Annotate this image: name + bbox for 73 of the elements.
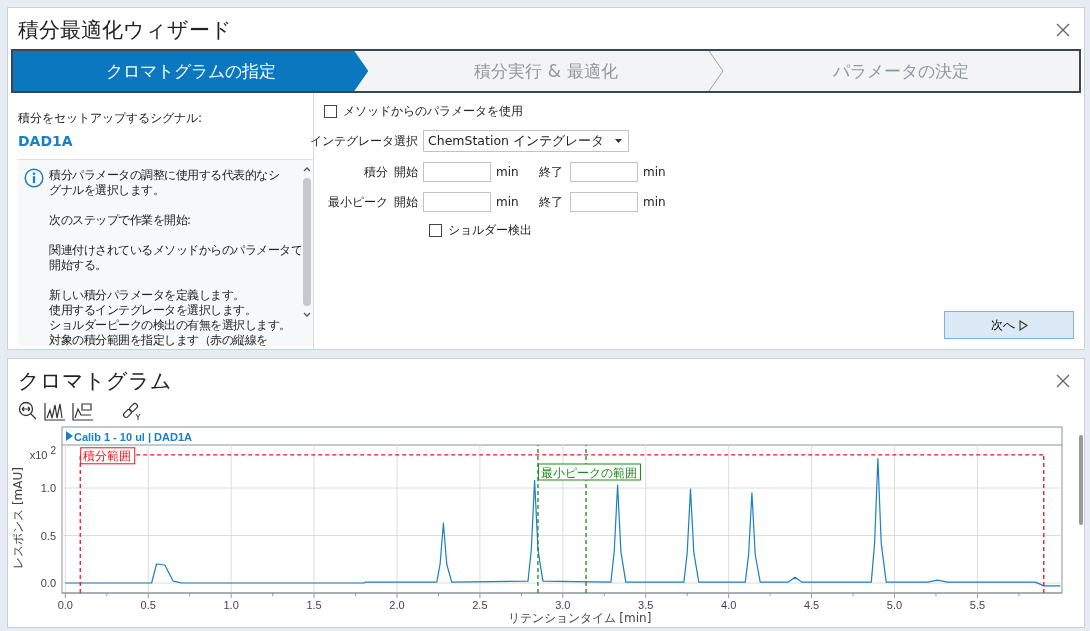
axis-multiplier: x10 2 (29, 445, 56, 461)
close-icon[interactable] (1056, 23, 1070, 37)
tick-label: 1.0 (223, 599, 239, 611)
axis-title: レスポンス [mAU] (11, 467, 25, 569)
field-label: 終了 (539, 163, 564, 181)
dropdown-arrow-icon[interactable] (615, 139, 622, 143)
tick-label: 0.5 (40, 529, 56, 542)
field-label: 終了 (539, 193, 564, 211)
tick-label: 1.5 (306, 599, 322, 611)
next-button[interactable]: 次へ (944, 311, 1074, 339)
info-text: 積分パラメータの調整に使用する代表的なシ (49, 168, 279, 183)
tick-label: 0.5 (140, 599, 156, 611)
tick-label: 0.0 (40, 577, 56, 590)
range-line[interactable] (537, 444, 539, 594)
field-label: 開始 (394, 163, 418, 181)
start-time-field[interactable] (423, 192, 491, 212)
arrow-icon (1018, 319, 1028, 331)
field-label: 積分 (364, 163, 388, 181)
unit-label: min (643, 165, 667, 179)
end-time-field[interactable] (570, 192, 638, 212)
scroll-down-icon[interactable] (303, 312, 311, 318)
baseline-icon[interactable] (72, 401, 94, 421)
scroll-thumb[interactable] (1078, 435, 1083, 525)
peaks-icon[interactable] (44, 401, 66, 421)
unit-label: min (643, 195, 667, 209)
trace-title: Calib 1 - 10 ul | DAD1A (74, 430, 192, 443)
integrator-dropdown[interactable]: ChemStation インテグレータ (423, 130, 629, 152)
checkbox[interactable] (324, 105, 337, 118)
field-label: 開始 (394, 193, 418, 211)
range-label: 最小ピークの範囲 (537, 463, 641, 481)
unit-label: min (496, 165, 520, 179)
range-line[interactable] (585, 444, 587, 594)
range-line[interactable] (1043, 454, 1045, 594)
tick-label: 5.5 (969, 599, 986, 611)
close-icon[interactable] (1056, 374, 1070, 388)
info-text: 次のステップで作業を開始: (49, 213, 191, 228)
scroll-up-icon[interactable] (303, 166, 311, 172)
checkbox-label[interactable]: メソッドからのパラメータを使用 (343, 103, 523, 120)
start-time-field[interactable] (423, 162, 491, 182)
checkbox-label[interactable]: ショルダー検出 (448, 222, 532, 239)
info-text: グナルを選択します。 (49, 183, 164, 198)
tick-label: 3.5 (638, 599, 654, 611)
tick-label: 4.0 (721, 599, 737, 611)
panel-title: 積分最適化ウィザード (18, 17, 232, 44)
axis-title: リテンションタイム [min] (507, 611, 652, 625)
info-text: 対象の積分範囲を指定します（赤の縦線を (49, 333, 268, 346)
info-text: ショルダーピークの検出の有無を選択します。 (49, 318, 291, 333)
unit-label: min (496, 195, 520, 209)
field-label: 最小ピーク (328, 193, 388, 211)
end-time-field[interactable] (570, 162, 638, 182)
expand-icon[interactable] (66, 431, 73, 441)
ref-line-label: 最小ピークの範囲 (540, 465, 637, 480)
tick-label: 1.0 (40, 482, 56, 495)
tick-label: 0.0 (57, 599, 73, 611)
ref-line-label: 積分範囲 (83, 449, 132, 464)
tick-label: 3.0 (555, 599, 571, 611)
checkbox[interactable] (429, 224, 442, 237)
signal-label: 積分をセットアップするシグナル: (18, 110, 204, 127)
field-label: インテグレータ選択 (310, 132, 418, 150)
zoom-out-icon[interactable] (18, 401, 38, 421)
chevron-icon (707, 51, 724, 91)
tick-label: 2.5 (472, 599, 488, 611)
tick-label: 5.0 (886, 599, 903, 611)
info-text: 新しい積分パラメータを定義します。 (49, 288, 245, 303)
tick-label: 4.5 (803, 599, 820, 611)
info-icon (24, 168, 44, 188)
panel-title: クロマトグラム (18, 368, 172, 395)
tick-label: 2.0 (389, 599, 405, 611)
info-text: 開始する。 (49, 258, 107, 273)
info-text: 使用するインテグレータを選択します。 (49, 303, 256, 318)
step-tab[interactable]: クロマトグラムの指定 (13, 51, 369, 91)
scroll-thumb[interactable] (303, 178, 311, 306)
range-label: 積分範囲 (80, 447, 136, 465)
